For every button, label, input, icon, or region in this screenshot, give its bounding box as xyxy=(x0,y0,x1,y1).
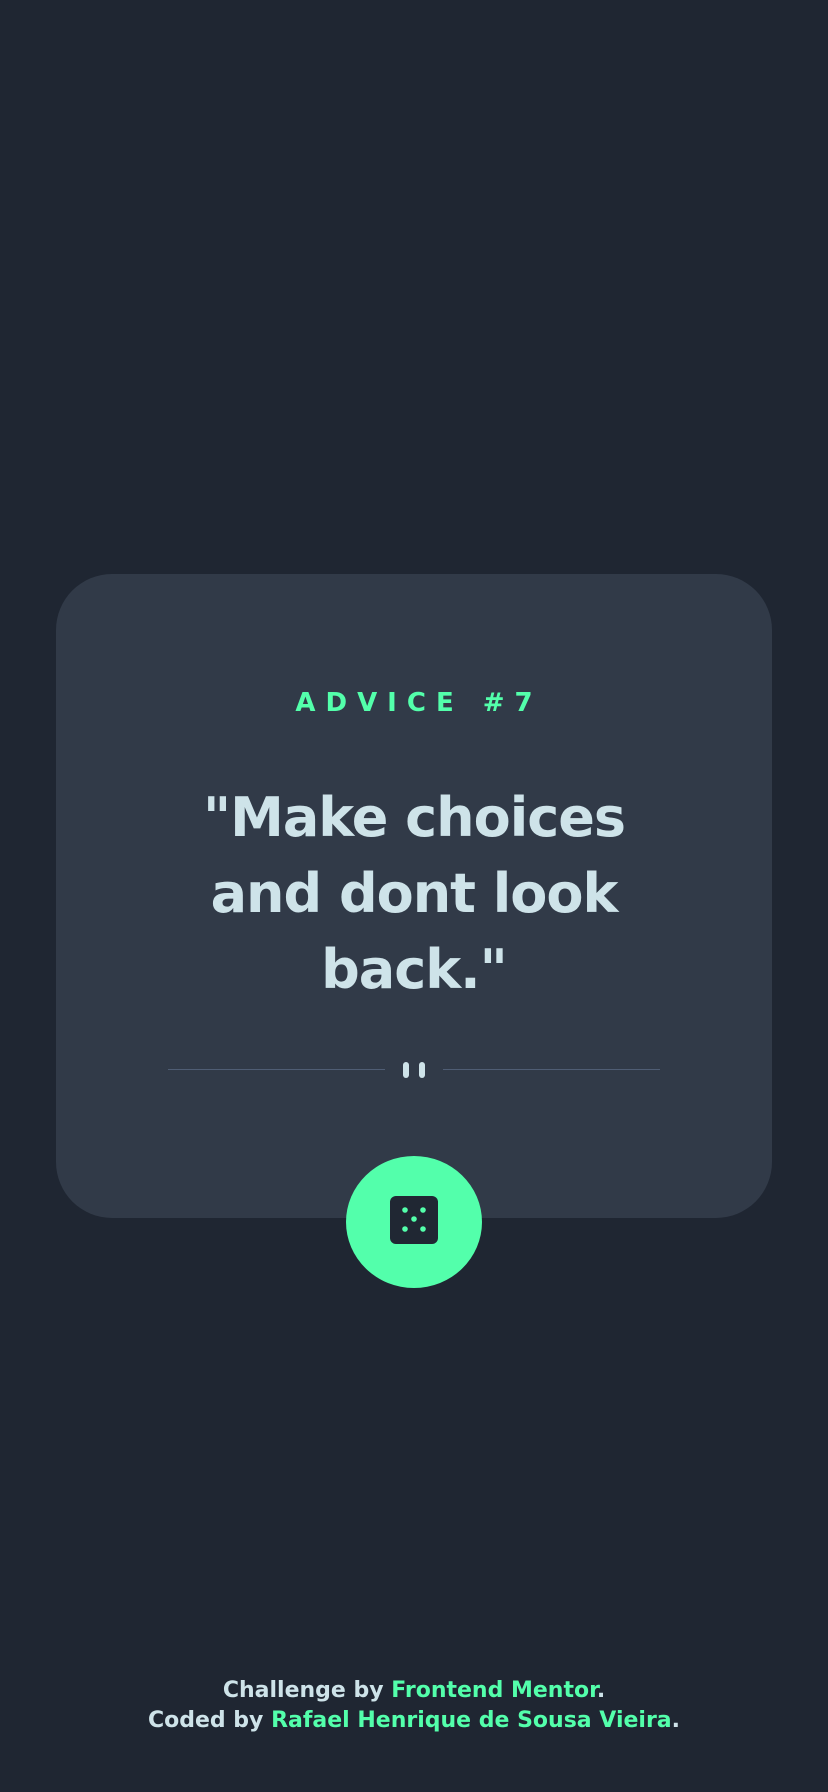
author-link[interactable]: Rafael Henrique de Sousa Vieira xyxy=(271,1708,672,1733)
frontend-mentor-link[interactable]: Frontend Mentor xyxy=(391,1678,597,1703)
page: ADVICE #7 "Make choices and dont look ba… xyxy=(0,0,828,1792)
divider-line-left xyxy=(168,1069,385,1070)
challenge-line: Challenge by Frontend Mentor. xyxy=(0,1676,828,1706)
coded-by-line: Coded by Rafael Henrique de Sousa Vieira… xyxy=(0,1706,828,1736)
pause-icon-bar-left xyxy=(403,1062,409,1078)
dice-icon xyxy=(390,1196,438,1248)
challenge-prefix: Challenge by xyxy=(222,1678,392,1703)
advice-id-label: ADVICE #7 xyxy=(295,688,543,718)
coded-suffix: . xyxy=(671,1708,681,1733)
pause-icon-bar-right xyxy=(419,1062,425,1078)
divider-line-right xyxy=(443,1069,660,1070)
challenge-suffix: . xyxy=(596,1678,606,1703)
new-advice-button[interactable] xyxy=(346,1156,482,1288)
attribution-footer: Challenge by Frontend Mentor. Coded by R… xyxy=(0,1676,828,1736)
advice-quote: "Make choices and dont look back." xyxy=(202,786,626,1001)
coded-prefix: Coded by xyxy=(147,1708,272,1733)
